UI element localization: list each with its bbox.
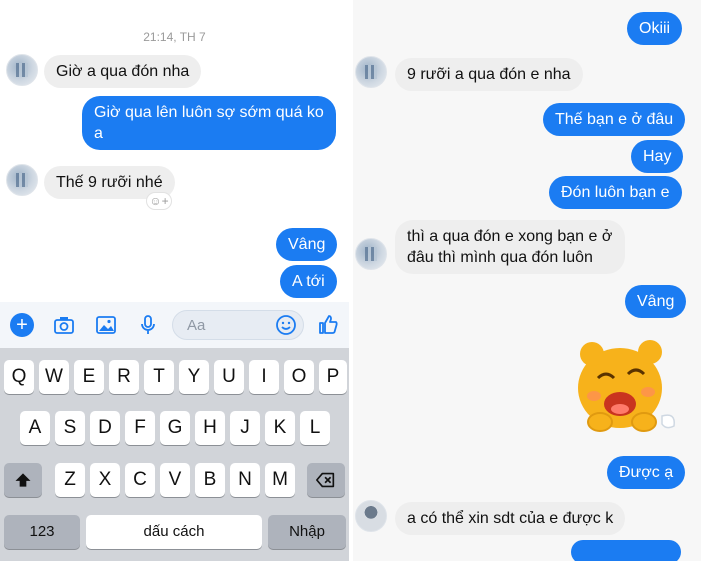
key[interactable]: T <box>144 360 174 394</box>
key[interactable]: Y <box>179 360 209 394</box>
key[interactable]: Q <box>4 360 34 394</box>
key[interactable]: F <box>125 411 155 445</box>
outgoing-message[interactable]: Okiii <box>627 12 683 45</box>
microphone-icon[interactable] <box>136 313 160 337</box>
key[interactable]: P <box>319 360 347 394</box>
numbers-key[interactable]: 123 <box>4 515 80 549</box>
yellow-blob-sticker[interactable] <box>570 330 680 440</box>
incoming-message[interactable]: 9 rưỡi a qua đón e nha <box>395 58 583 91</box>
key[interactable]: N <box>230 463 260 497</box>
contact-avatar[interactable] <box>6 164 38 196</box>
key[interactable]: V <box>160 463 190 497</box>
outgoing-message[interactable]: A tới <box>280 265 337 298</box>
key[interactable]: J <box>230 411 260 445</box>
incoming-message[interactable]: thì a qua đón e xong bạn e ở đâu thì mìn… <box>395 220 625 274</box>
key[interactable]: L <box>300 411 330 445</box>
image-icon[interactable] <box>94 313 118 337</box>
outgoing-message-partial[interactable] <box>571 540 681 561</box>
thumbs-up-icon[interactable] <box>316 313 340 337</box>
key[interactable]: X <box>90 463 120 497</box>
outgoing-message[interactable]: Đón luôn bạn e <box>549 176 682 209</box>
message-timestamp: 21:14, TH 7 <box>143 30 206 44</box>
contact-avatar[interactable] <box>6 54 38 86</box>
message-input-placeholder: Aa <box>187 317 206 334</box>
key[interactable]: H <box>195 411 225 445</box>
shift-icon[interactable] <box>4 463 42 497</box>
outgoing-message[interactable]: Được ạ <box>607 456 686 489</box>
outgoing-message[interactable]: Vâng <box>276 228 338 261</box>
key[interactable]: W <box>39 360 69 394</box>
key[interactable]: Z <box>55 463 85 497</box>
add-reaction-icon[interactable]: ☺+ <box>146 192 172 210</box>
key[interactable]: U <box>214 360 244 394</box>
key[interactable]: M <box>265 463 295 497</box>
key[interactable]: I <box>249 360 279 394</box>
right-chat-panel: Okiii 9 rưỡi a qua đón e nha Thế bạn e ở… <box>353 0 701 561</box>
contact-avatar[interactable] <box>355 56 387 88</box>
outgoing-message[interactable]: Vâng <box>625 285 687 318</box>
outgoing-message[interactable]: Giờ qua lên luôn sợ sớm quá ko a <box>82 96 336 150</box>
key[interactable]: B <box>195 463 225 497</box>
key[interactable]: S <box>55 411 85 445</box>
camera-icon[interactable] <box>52 313 76 337</box>
key[interactable]: C <box>125 463 155 497</box>
incoming-message[interactable]: Giờ a qua đón nha <box>44 55 202 88</box>
key[interactable]: A <box>20 411 50 445</box>
key[interactable]: E <box>74 360 104 394</box>
plus-icon[interactable]: + <box>10 313 34 337</box>
contact-avatar[interactable] <box>355 238 387 270</box>
outgoing-message[interactable]: Thế bạn e ở đâu <box>543 103 686 136</box>
space-key[interactable]: dấu cách <box>86 515 262 549</box>
incoming-message[interactable]: a có thể xin sdt của e được k <box>395 502 626 535</box>
left-chat-panel: 21:14, TH 7 Giờ a qua đón nha Giờ qua lê… <box>0 0 349 561</box>
onscreen-keyboard: Q W E R T Y U I O P A S D F G H J K L Z … <box>0 348 349 561</box>
backspace-icon[interactable] <box>307 463 345 497</box>
key[interactable]: O <box>284 360 314 394</box>
emoji-icon[interactable] <box>274 313 298 342</box>
contact-avatar[interactable] <box>355 500 387 532</box>
key[interactable]: G <box>160 411 190 445</box>
key[interactable]: R <box>109 360 139 394</box>
message-composer: + Aa <box>0 302 349 348</box>
return-key[interactable]: Nhập <box>268 515 346 549</box>
key[interactable]: K <box>265 411 295 445</box>
key[interactable]: D <box>90 411 120 445</box>
outgoing-message[interactable]: Hay <box>631 140 684 173</box>
